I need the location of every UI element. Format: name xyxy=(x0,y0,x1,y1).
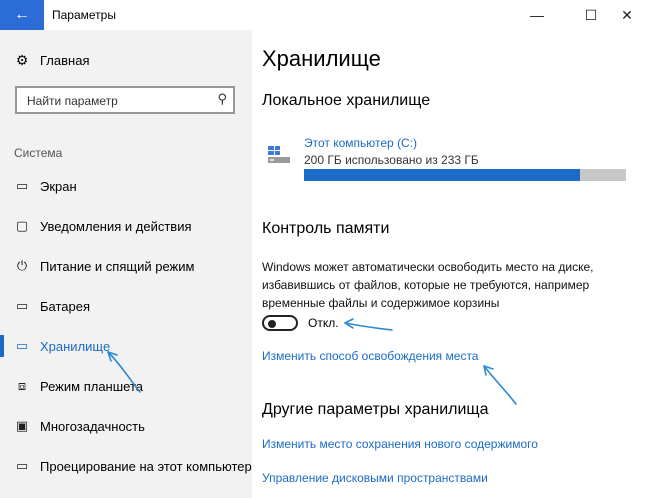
section-title: Система xyxy=(14,146,63,160)
sidebar-item-display[interactable]: ▭ Экран xyxy=(0,172,252,200)
nav-home[interactable]: ⚙ Главная xyxy=(12,52,90,69)
sidebar-item-projecting[interactable]: ▭ Проецирование на этот компьютер xyxy=(0,452,252,480)
search-input[interactable] xyxy=(25,93,209,109)
projection-icon: ▭ xyxy=(15,458,29,473)
sidebar-item-label: Экран xyxy=(40,178,77,194)
tablet-icon: ⧈ xyxy=(17,378,27,393)
page-title: Хранилище xyxy=(262,46,381,71)
sidebar-item-label: Многозадачность xyxy=(40,418,145,434)
sidebar-item-multitasking[interactable]: ▣ Многозадачность xyxy=(0,412,252,440)
sidebar-item-label: Хранилище xyxy=(40,338,111,354)
drive-usage-bar xyxy=(304,169,626,181)
multitasking-icon: ▣ xyxy=(15,418,29,433)
sidebar-item-label: Режим планшета xyxy=(40,378,143,394)
search-box[interactable]: ⚲ xyxy=(15,86,235,114)
drive-name-link[interactable]: Этот компьютер (C:) xyxy=(304,136,417,150)
back-arrow-icon: ← xyxy=(14,6,30,23)
title-bar: ← Параметры — ☐ ✕ xyxy=(0,0,650,30)
sidebar-item-label: Проецирование на этот компьютер xyxy=(40,458,252,474)
sidebar-item-label: Батарея xyxy=(40,298,91,314)
change-cleanup-link[interactable]: Изменить способ освобождения места xyxy=(262,349,478,363)
search-icon[interactable]: ⚲ xyxy=(217,91,227,107)
sidebar-item-label: Питание и спящий режим xyxy=(40,258,195,274)
memory-control-description: Windows может автоматически освободить м… xyxy=(262,260,594,310)
sidebar-item-power[interactable]: ⏻ Питание и спящий режим xyxy=(0,252,252,280)
power-icon: ⏻ xyxy=(16,258,28,273)
toggle-knob xyxy=(268,320,276,328)
nav-home-label: Главная xyxy=(40,53,90,68)
storage-sense-toggle[interactable] xyxy=(262,315,298,331)
close-button[interactable]: ✕ xyxy=(604,0,650,30)
sidebar-item-label: Уведомления и действия xyxy=(40,218,192,234)
sidebar-item-storage[interactable]: ▭ Хранилище xyxy=(0,332,252,360)
sidebar-item-battery[interactable]: ▭ Батарея xyxy=(0,292,252,320)
sidebar-item-notifications[interactable]: ▢ Уведомления и действия xyxy=(0,212,252,240)
monitor-icon: ▭ xyxy=(15,178,29,193)
toggle-state-label: Откл. xyxy=(308,316,339,330)
battery-icon: ▭ xyxy=(15,298,29,313)
minimize-icon: — xyxy=(530,7,544,23)
back-button[interactable]: ← xyxy=(0,0,44,30)
drive-usage-text: 200 ГБ использовано из 233 ГБ xyxy=(304,153,479,167)
memory-control-heading: Контроль памяти xyxy=(262,220,390,237)
maximize-icon: ☐ xyxy=(584,6,598,23)
change-save-location-link[interactable]: Изменить место сохранения нового содержи… xyxy=(262,437,538,451)
close-icon: ✕ xyxy=(621,6,633,23)
sidebar-item-tablet-mode[interactable]: ⧈ Режим планшета xyxy=(0,372,252,400)
other-storage-heading: Другие параметры хранилища xyxy=(262,401,489,418)
minimize-button[interactable]: — xyxy=(514,0,560,30)
storage-icon: ▭ xyxy=(15,338,29,353)
window-title: Параметры xyxy=(52,8,116,22)
drive-usage-bar-fill xyxy=(304,169,581,181)
notification-icon: ▢ xyxy=(15,218,29,233)
manage-storage-spaces-link[interactable]: Управление дисковыми пространствами xyxy=(262,471,488,485)
local-storage-heading: Локальное хранилище xyxy=(262,92,431,109)
gear-icon: ⚙ xyxy=(15,52,29,68)
hard-drive-icon xyxy=(268,146,290,163)
sidebar: ⚙ Главная ⚲ Система ▭ Экран ▢ Уведомлени… xyxy=(0,30,252,498)
main-content: Хранилище Локальное хранилище Этот компь… xyxy=(262,30,642,498)
